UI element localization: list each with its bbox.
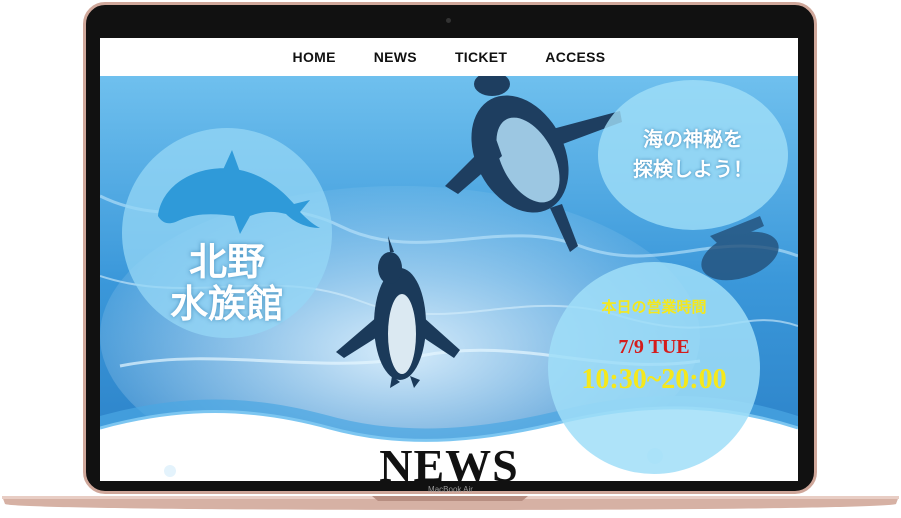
hours-date: 7/9 TUE xyxy=(618,336,690,358)
nav-news-link[interactable]: NEWS xyxy=(374,49,417,65)
logo-name-line2: 水族館 xyxy=(169,282,284,326)
tagline-bubble: 海の神秘を 探検しよう！ xyxy=(598,80,788,230)
laptop-base xyxy=(2,496,899,510)
nav-home-link[interactable]: HOME xyxy=(293,49,336,65)
nav-access-link[interactable]: ACCESS xyxy=(545,49,605,65)
nav-ticket-link[interactable]: TICKET xyxy=(455,49,507,65)
news-section-heading: NEWS xyxy=(379,440,519,481)
top-nav: HOME NEWS TICKET ACCESS xyxy=(100,38,798,76)
logo-name-line1: 北野 xyxy=(188,240,265,284)
hours-title: 本日の営業時間 xyxy=(601,298,707,316)
hero-banner: 北野 水族館 海の神秘を 探検しよう！ 本日の営業時間 7/9 TUE 10:3… xyxy=(100,76,798,481)
laptop-screen: HOME NEWS TICKET ACCESS 北野 水族館 海の神秘を 探検し… xyxy=(100,38,798,481)
dolphin-icon xyxy=(158,150,320,234)
tagline-line2: 探検しよう！ xyxy=(633,157,753,181)
tagline-line1: 海の神秘を xyxy=(643,127,743,151)
logo-bubble[interactable]: 北野 水族館 xyxy=(122,128,332,338)
hours-time: 10:30~20:00 xyxy=(581,364,727,395)
webcam xyxy=(446,18,451,23)
device-brand-label: MacBook Air xyxy=(428,485,473,494)
